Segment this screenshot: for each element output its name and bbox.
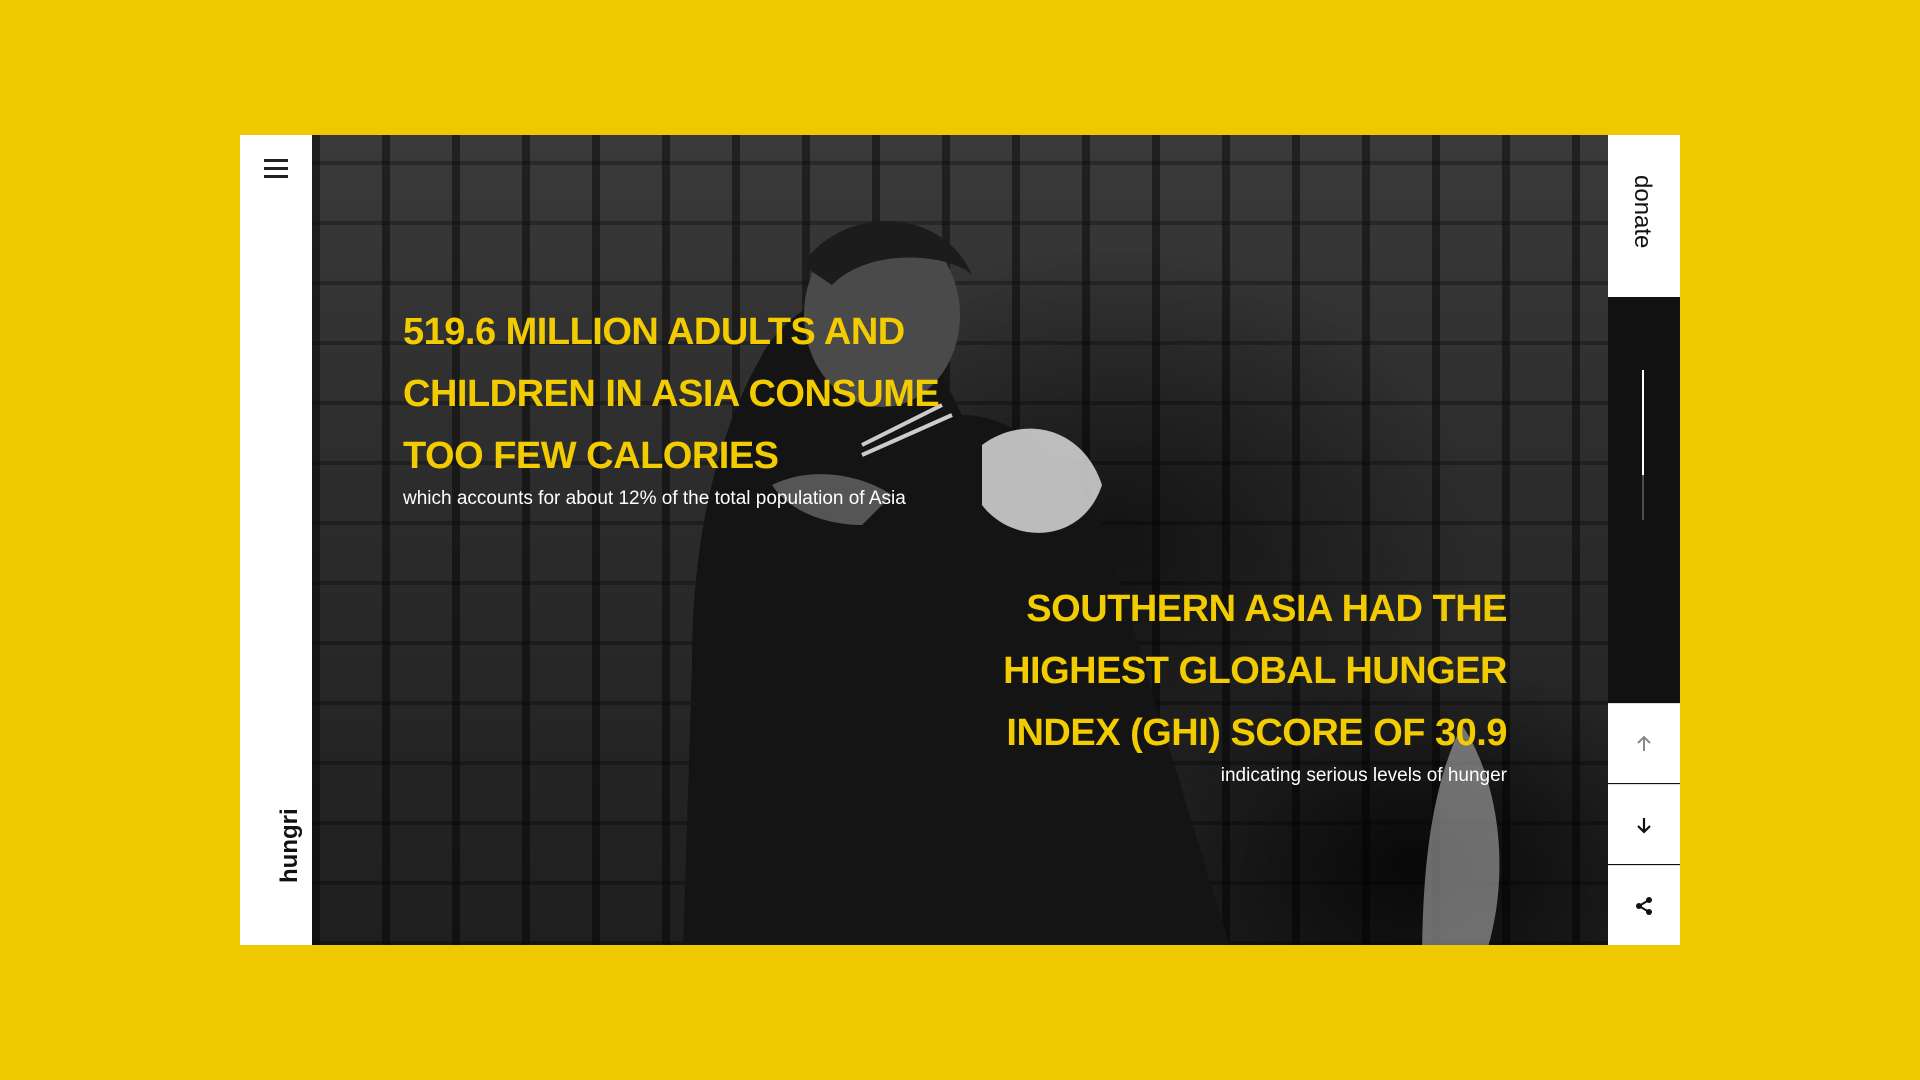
app-frame: hungri 519.6 MILLION ADULTS AND CHILDREN… xyxy=(240,135,1680,945)
right-rail: donate xyxy=(1608,135,1680,945)
arrow-down-icon xyxy=(1637,817,1651,834)
hamburger-menu-icon xyxy=(264,159,288,162)
scroll-indicator[interactable] xyxy=(1642,370,1644,520)
donate-label: donate xyxy=(1629,175,1656,249)
arrow-up-icon xyxy=(1637,735,1651,751)
stat-subtext: indicating serious levels of hunger xyxy=(1220,765,1507,786)
stat-asia-calories: 519.6 MILLION ADULTS AND CHILDREN IN ASI… xyxy=(403,301,963,511)
scroll-up-button[interactable] xyxy=(1608,703,1680,783)
stat-southern-asia-ghi: SOUTHERN ASIA HAD THE HIGHEST GLOBAL HUN… xyxy=(912,578,1507,788)
donate-button[interactable]: donate xyxy=(1608,135,1680,297)
brand-logo[interactable]: hungri xyxy=(276,808,304,883)
hero-photo-figure xyxy=(683,221,1500,945)
stat-headline: 519.6 MILLION ADULTS AND CHILDREN IN ASI… xyxy=(403,311,940,477)
share-icon xyxy=(1636,896,1652,915)
stat-subtext: which accounts for about 12% of the tota… xyxy=(403,488,906,509)
stat-headline: SOUTHERN ASIA HAD THE HIGHEST GLOBAL HUN… xyxy=(1003,588,1507,754)
menu-button[interactable] xyxy=(262,155,290,183)
share-button[interactable] xyxy=(1608,865,1680,945)
left-rail: hungri xyxy=(240,135,312,945)
hero-section: 519.6 MILLION ADULTS AND CHILDREN IN ASI… xyxy=(312,135,1608,945)
scroll-down-button[interactable] xyxy=(1608,784,1680,864)
scroll-indicator-thumb[interactable] xyxy=(1642,370,1644,475)
